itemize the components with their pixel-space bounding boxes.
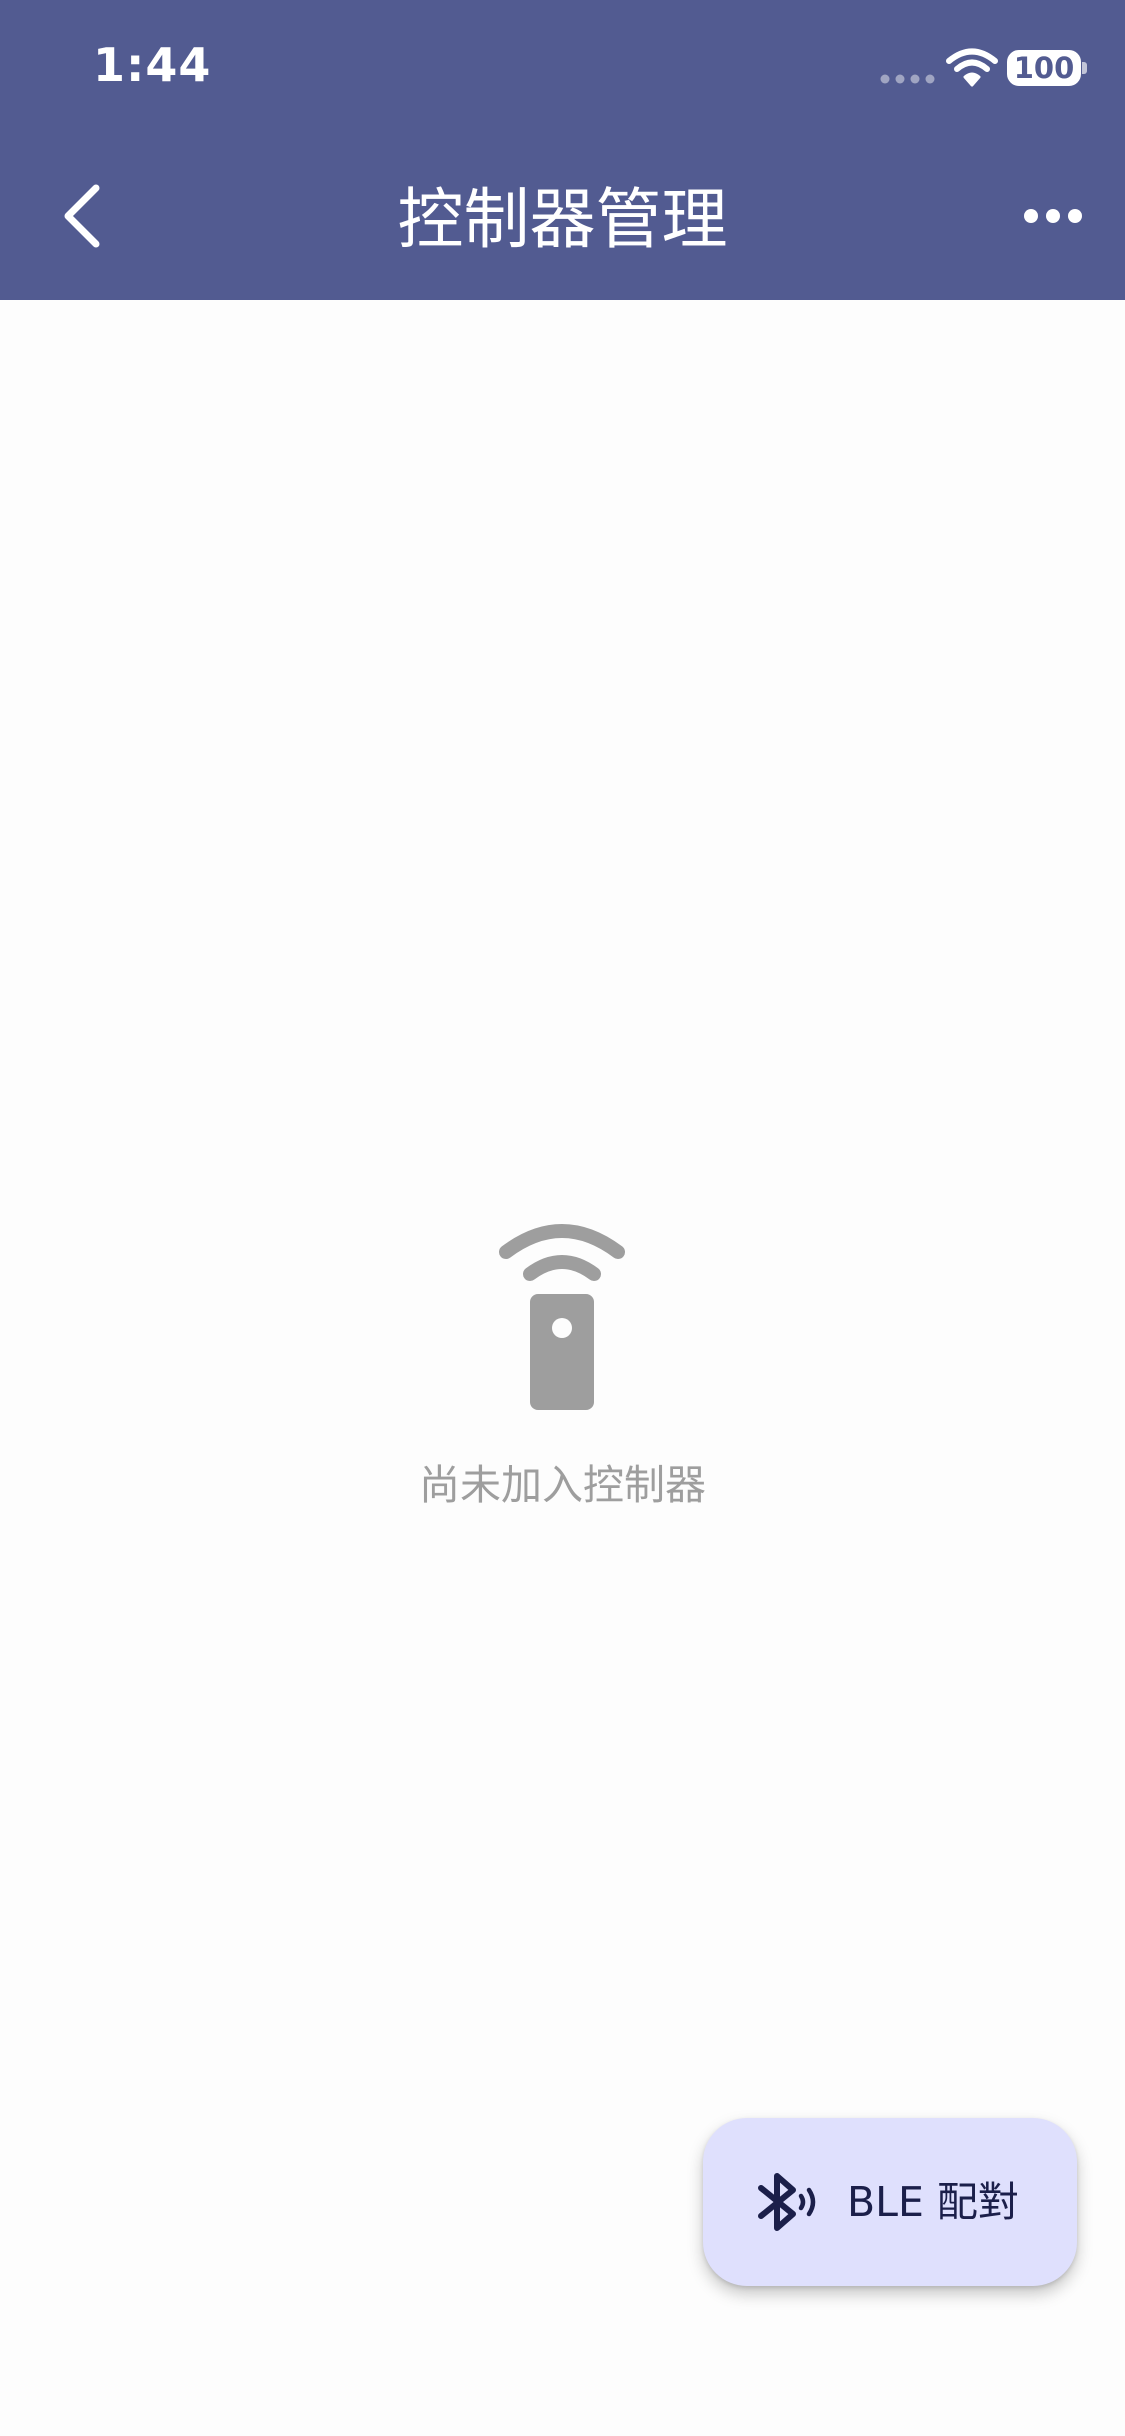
app-header: 1:44 100 控制器管理 [0,0,1125,300]
page-title: 控制器管理 [397,181,728,258]
bluetooth-searching-icon [758,2173,816,2231]
more-options-button[interactable] [1022,196,1084,236]
battery-tip [1082,62,1087,74]
cellular-signal-icon [880,74,935,84]
status-time: 1:44 [93,38,212,92]
wifi-icon [946,48,998,87]
battery-indicator: 100 [1007,50,1081,86]
remote-controller-icon [499,1224,625,1410]
battery-level: 100 [1013,51,1075,85]
empty-state-message: 尚未加入控制器 [419,1461,706,1509]
ble-pair-button[interactable]: BLE 配對 [703,2118,1077,2286]
ble-pair-label: BLE 配對 [847,2178,1019,2226]
